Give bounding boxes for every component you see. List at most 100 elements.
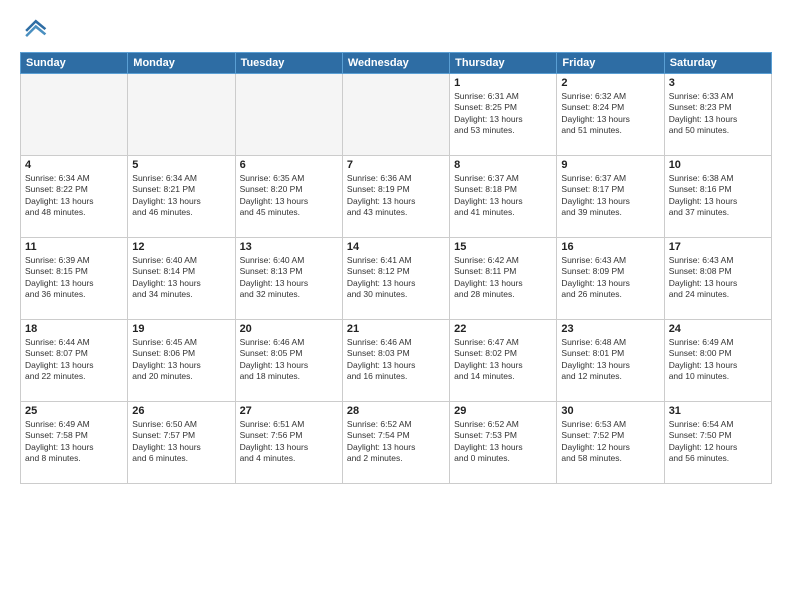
calendar-week-1: 1Sunrise: 6:31 AMSunset: 8:25 PMDaylight… [21, 74, 772, 156]
calendar-cell: 19 Sunrise: 6:45 AMSunset: 8:06 PMDayligh… [128, 320, 235, 402]
cell-info: Sunrise: 6:49 AMSunset: 7:58 PMDaylight:… [25, 419, 123, 465]
cell-info: Sunrise: 6:48 AMSunset: 8:01 PMDaylight:… [561, 337, 659, 383]
day-number: 5 [132, 159, 230, 171]
day-number: 20 [240, 323, 338, 335]
header [20, 16, 772, 44]
calendar-cell: 2 Sunrise: 6:32 AMSunset: 8:24 PMDaylight… [557, 74, 664, 156]
page: SundayMondayTuesdayWednesdayThursdayFrid… [0, 0, 792, 612]
day-number: 26 [132, 405, 230, 417]
calendar-cell: 3 Sunrise: 6:33 AMSunset: 8:23 PMDaylight… [664, 74, 771, 156]
calendar-cell: 31Sunrise: 6:54 AMSunset: 7:50 PMDayligh… [664, 402, 771, 484]
day-number: 29 [454, 405, 552, 417]
weekday-wednesday: Wednesday [342, 53, 449, 74]
calendar-week-2: 4 Sunrise: 6:34 AMSunset: 8:22 PMDaylight… [21, 156, 772, 238]
cell-info: Sunrise: 6:45 AMSunset: 8:06 PMDaylight:… [132, 337, 230, 383]
calendar-cell: 28 Sunrise: 6:52 AMSunset: 7:54 PMDayligh… [342, 402, 449, 484]
calendar-table: SundayMondayTuesdayWednesdayThursdayFrid… [20, 52, 772, 484]
cell-info: Sunrise: 6:51 AMSunset: 7:56 PMDaylight:… [240, 419, 338, 465]
cell-info: Sunrise: 6:46 AMSunset: 8:05 PMDaylight:… [240, 337, 338, 383]
calendar-cell: 5 Sunrise: 6:34 AMSunset: 8:21 PMDaylight… [128, 156, 235, 238]
calendar-cell: 14Sunrise: 6:41 AMSunset: 8:12 PMDayligh… [342, 238, 449, 320]
calendar-cell: 7 Sunrise: 6:36 AMSunset: 8:19 PMDaylight… [342, 156, 449, 238]
day-number: 18 [25, 323, 123, 335]
calendar-cell: 27Sunrise: 6:51 AMSunset: 7:56 PMDayligh… [235, 402, 342, 484]
cell-info: Sunrise: 6:34 AMSunset: 8:21 PMDaylight:… [132, 173, 230, 219]
logo [20, 16, 52, 44]
calendar-cell [21, 74, 128, 156]
day-number: 8 [454, 159, 552, 171]
day-number: 24 [669, 323, 767, 335]
calendar-cell [342, 74, 449, 156]
calendar-cell: 4 Sunrise: 6:34 AMSunset: 8:22 PMDaylight… [21, 156, 128, 238]
cell-info: Sunrise: 6:41 AMSunset: 8:12 PMDaylight:… [347, 255, 445, 301]
cell-info: Sunrise: 6:35 AMSunset: 8:20 PMDaylight:… [240, 173, 338, 219]
day-number: 13 [240, 241, 338, 253]
day-number: 10 [669, 159, 767, 171]
calendar-cell: 1Sunrise: 6:31 AMSunset: 8:25 PMDaylight… [450, 74, 557, 156]
weekday-friday: Friday [557, 53, 664, 74]
cell-info: Sunrise: 6:39 AMSunset: 8:15 PMDaylight:… [25, 255, 123, 301]
calendar-cell: 15 Sunrise: 6:42 AMSunset: 8:11 PMDayligh… [450, 238, 557, 320]
cell-info: Sunrise: 6:33 AMSunset: 8:23 PMDaylight:… [669, 91, 767, 137]
cell-info: Sunrise: 6:52 AMSunset: 7:53 PMDaylight:… [454, 419, 552, 465]
calendar-body: 1Sunrise: 6:31 AMSunset: 8:25 PMDaylight… [21, 74, 772, 484]
weekday-header-row: SundayMondayTuesdayWednesdayThursdayFrid… [21, 53, 772, 74]
cell-info: Sunrise: 6:40 AMSunset: 8:13 PMDaylight:… [240, 255, 338, 301]
day-number: 1 [454, 77, 552, 89]
calendar-week-5: 25 Sunrise: 6:49 AMSunset: 7:58 PMDayligh… [21, 402, 772, 484]
calendar-cell: 12 Sunrise: 6:40 AMSunset: 8:14 PMDayligh… [128, 238, 235, 320]
day-number: 21 [347, 323, 445, 335]
day-number: 30 [561, 405, 659, 417]
cell-info: Sunrise: 6:42 AMSunset: 8:11 PMDaylight:… [454, 255, 552, 301]
calendar-cell: 8 Sunrise: 6:37 AMSunset: 8:18 PMDaylight… [450, 156, 557, 238]
day-number: 11 [25, 241, 123, 253]
calendar-cell: 16Sunrise: 6:43 AMSunset: 8:09 PMDayligh… [557, 238, 664, 320]
weekday-sunday: Sunday [21, 53, 128, 74]
weekday-saturday: Saturday [664, 53, 771, 74]
calendar-cell: 9 Sunrise: 6:37 AMSunset: 8:17 PMDaylight… [557, 156, 664, 238]
day-number: 16 [561, 241, 659, 253]
day-number: 4 [25, 159, 123, 171]
calendar-cell: 17 Sunrise: 6:43 AMSunset: 8:08 PMDayligh… [664, 238, 771, 320]
calendar-cell: 24Sunrise: 6:49 AMSunset: 8:00 PMDayligh… [664, 320, 771, 402]
calendar-cell: 11 Sunrise: 6:39 AMSunset: 8:15 PMDayligh… [21, 238, 128, 320]
calendar-cell: 20 Sunrise: 6:46 AMSunset: 8:05 PMDayligh… [235, 320, 342, 402]
logo-icon [20, 16, 48, 44]
cell-info: Sunrise: 6:52 AMSunset: 7:54 PMDaylight:… [347, 419, 445, 465]
day-number: 28 [347, 405, 445, 417]
day-number: 19 [132, 323, 230, 335]
day-number: 2 [561, 77, 659, 89]
calendar-cell: 21 Sunrise: 6:46 AMSunset: 8:03 PMDayligh… [342, 320, 449, 402]
day-number: 3 [669, 77, 767, 89]
cell-info: Sunrise: 6:43 AMSunset: 8:08 PMDaylight:… [669, 255, 767, 301]
day-number: 25 [25, 405, 123, 417]
cell-info: Sunrise: 6:32 AMSunset: 8:24 PMDaylight:… [561, 91, 659, 137]
cell-info: Sunrise: 6:44 AMSunset: 8:07 PMDaylight:… [25, 337, 123, 383]
cell-info: Sunrise: 6:34 AMSunset: 8:22 PMDaylight:… [25, 173, 123, 219]
day-number: 9 [561, 159, 659, 171]
calendar-cell: 30 Sunrise: 6:53 AMSunset: 7:52 PMDayligh… [557, 402, 664, 484]
calendar-cell [128, 74, 235, 156]
cell-info: Sunrise: 6:47 AMSunset: 8:02 PMDaylight:… [454, 337, 552, 383]
cell-info: Sunrise: 6:37 AMSunset: 8:18 PMDaylight:… [454, 173, 552, 219]
calendar-week-4: 18 Sunrise: 6:44 AMSunset: 8:07 PMDayligh… [21, 320, 772, 402]
calendar-cell: 6Sunrise: 6:35 AMSunset: 8:20 PMDaylight… [235, 156, 342, 238]
cell-info: Sunrise: 6:50 AMSunset: 7:57 PMDaylight:… [132, 419, 230, 465]
cell-info: Sunrise: 6:40 AMSunset: 8:14 PMDaylight:… [132, 255, 230, 301]
cell-info: Sunrise: 6:37 AMSunset: 8:17 PMDaylight:… [561, 173, 659, 219]
calendar-cell: 18 Sunrise: 6:44 AMSunset: 8:07 PMDayligh… [21, 320, 128, 402]
weekday-monday: Monday [128, 53, 235, 74]
calendar-cell [235, 74, 342, 156]
cell-info: Sunrise: 6:46 AMSunset: 8:03 PMDaylight:… [347, 337, 445, 383]
cell-info: Sunrise: 6:54 AMSunset: 7:50 PMDaylight:… [669, 419, 767, 465]
day-number: 23 [561, 323, 659, 335]
calendar-cell: 23 Sunrise: 6:48 AMSunset: 8:01 PMDayligh… [557, 320, 664, 402]
day-number: 12 [132, 241, 230, 253]
day-number: 15 [454, 241, 552, 253]
day-number: 17 [669, 241, 767, 253]
calendar-cell: 26 Sunrise: 6:50 AMSunset: 7:57 PMDayligh… [128, 402, 235, 484]
cell-info: Sunrise: 6:36 AMSunset: 8:19 PMDaylight:… [347, 173, 445, 219]
day-number: 7 [347, 159, 445, 171]
weekday-thursday: Thursday [450, 53, 557, 74]
cell-info: Sunrise: 6:53 AMSunset: 7:52 PMDaylight:… [561, 419, 659, 465]
